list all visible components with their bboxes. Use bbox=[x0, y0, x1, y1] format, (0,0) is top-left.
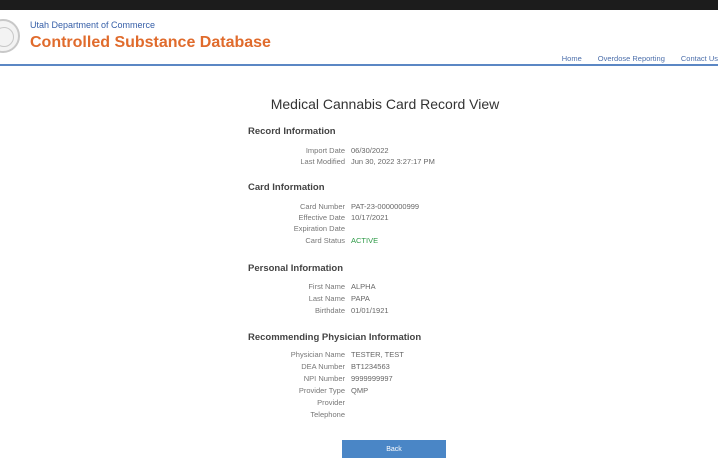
field-value: PAPA bbox=[351, 294, 370, 303]
field-value: 10/17/2021 bbox=[351, 213, 389, 222]
main-nav: Home Overdose Reporting Contact Us bbox=[546, 54, 718, 63]
app-title: Controlled Substance Database bbox=[30, 34, 271, 51]
field-expiration-date: Expiration Date bbox=[230, 224, 530, 235]
status-badge: ACTIVE bbox=[351, 236, 379, 245]
section-personal-information: Personal Information bbox=[248, 263, 344, 274]
section-card-information: Card Information bbox=[248, 182, 325, 193]
field-first-name: First Name ALPHA bbox=[230, 282, 530, 293]
field-label: First Name bbox=[308, 282, 345, 291]
field-label: DEA Number bbox=[301, 362, 345, 371]
field-last-name: Last Name PAPA bbox=[230, 294, 530, 305]
field-npi-number: NPI Number 9999999997 bbox=[230, 374, 530, 385]
field-label: Card Number bbox=[299, 202, 345, 211]
field-label: Provider bbox=[317, 398, 345, 407]
department-name: Utah Department of Commerce bbox=[30, 20, 156, 30]
field-label: NPI Number bbox=[303, 374, 345, 383]
field-card-status: Card Status ACTIVE bbox=[230, 236, 530, 247]
field-value: 01/01/1921 bbox=[351, 306, 389, 315]
nav-home[interactable]: Home bbox=[562, 54, 582, 63]
field-value: 06/30/2022 bbox=[351, 146, 389, 155]
field-card-number: Card Number PAT-23-0000000999 bbox=[230, 202, 530, 213]
field-label: Telephone bbox=[310, 410, 345, 419]
field-label: Birthdate bbox=[314, 306, 345, 315]
page-title: Medical Cannabis Card Record View bbox=[270, 96, 500, 112]
field-value: BT1234563 bbox=[351, 362, 390, 371]
field-value: PAT-23-0000000999 bbox=[351, 202, 420, 211]
nav-overdose-reporting[interactable]: Overdose Reporting bbox=[598, 54, 665, 63]
field-birthdate: Birthdate 01/01/1921 bbox=[230, 306, 530, 317]
field-value: TESTER, TEST bbox=[351, 350, 404, 359]
field-telephone: Telephone bbox=[230, 410, 530, 421]
field-last-modified: Last Modified Jun 30, 2022 3:27:17 PM bbox=[230, 157, 530, 168]
site-header: Utah Department of Commerce Controlled S… bbox=[0, 10, 718, 66]
field-provider-type: Provider Type QMP bbox=[230, 386, 530, 397]
field-physician-name: Physician Name TESTER, TEST bbox=[230, 350, 530, 361]
field-value: ALPHA bbox=[351, 282, 376, 291]
back-button[interactable]: Back bbox=[342, 440, 446, 458]
state-seal-icon bbox=[0, 19, 20, 53]
field-value: 9999999997 bbox=[351, 374, 393, 383]
field-value: Jun 30, 2022 3:27:17 PM bbox=[351, 157, 435, 166]
field-effective-date: Effective Date 10/17/2021 bbox=[230, 213, 530, 224]
field-label: Last Modified bbox=[300, 157, 345, 166]
field-label: Last Name bbox=[308, 294, 345, 303]
nav-contact-us[interactable]: Contact Us bbox=[681, 54, 718, 63]
field-value: QMP bbox=[351, 386, 369, 395]
field-label: Expiration Date bbox=[293, 224, 345, 233]
field-label: Card Status bbox=[305, 236, 345, 245]
section-physician-information: Recommending Physician Information bbox=[248, 332, 422, 343]
section-record-information: Record Information bbox=[248, 126, 336, 137]
field-label: Effective Date bbox=[298, 213, 345, 222]
field-label: Import Date bbox=[305, 146, 345, 155]
field-label: Provider Type bbox=[298, 386, 345, 395]
field-provider: Provider bbox=[230, 398, 530, 409]
field-label: Physician Name bbox=[290, 350, 345, 359]
field-import-date: Import Date 06/30/2022 bbox=[230, 146, 530, 157]
field-dea-number: DEA Number BT1234563 bbox=[230, 362, 530, 373]
top-strip bbox=[0, 0, 718, 10]
